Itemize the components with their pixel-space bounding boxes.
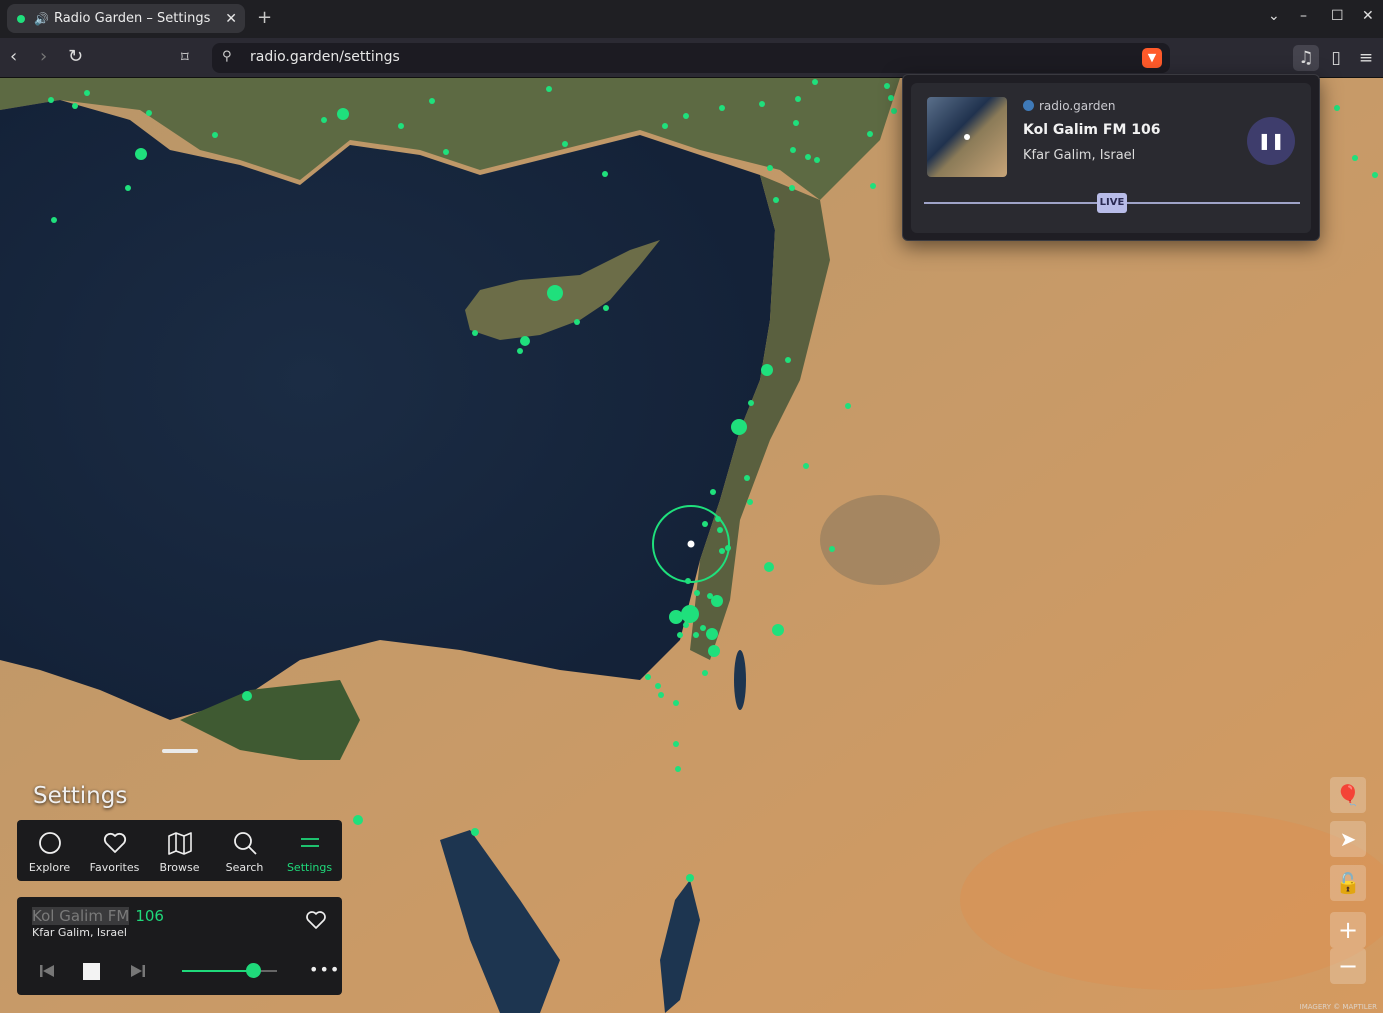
- player-station-location: Kfar Galim, Israel: [32, 926, 127, 939]
- search-icon: [233, 832, 257, 855]
- hamburger-menu-icon[interactable]: ≡: [1353, 45, 1379, 71]
- zoom-out-button[interactable]: −: [1330, 948, 1366, 984]
- panel-drag-handle[interactable]: [162, 749, 198, 753]
- tab-title: Radio Garden – Settings: [53, 11, 211, 26]
- previous-icon[interactable]: [38, 962, 56, 980]
- tab-close-icon[interactable]: ✕: [225, 11, 237, 27]
- station-name-highlight: Kol Galim FM: [32, 907, 130, 925]
- speaker-icon[interactable]: 🔊: [34, 12, 49, 26]
- player-panel: Kol Galim FM 106 Kfar Galim, Israel •••: [17, 897, 342, 995]
- more-options-button[interactable]: •••: [309, 960, 340, 979]
- site-settings-icon[interactable]: ⚲: [222, 49, 232, 64]
- tab-list-chevron-icon[interactable]: ⌄: [1268, 8, 1280, 24]
- nav-label: Favorites: [89, 861, 140, 874]
- pause-button[interactable]: ❚❚: [1247, 117, 1295, 165]
- nav-settings[interactable]: Settings: [277, 820, 342, 881]
- minimize-button[interactable]: –: [1300, 8, 1307, 24]
- address-bar[interactable]: ⚲ radio.garden/settings ▼: [212, 43, 1170, 73]
- nav-search[interactable]: Search: [212, 820, 277, 881]
- balloon-icon[interactable]: 🎈: [1330, 777, 1366, 813]
- player-station-name[interactable]: Kol Galim FM 106: [32, 907, 164, 925]
- station-number: 106: [135, 907, 164, 925]
- map-book-icon: [167, 832, 192, 855]
- popup-site: radio.garden: [1023, 99, 1115, 113]
- live-badge[interactable]: LIVE: [1097, 193, 1127, 213]
- url-text[interactable]: radio.garden/settings: [250, 49, 400, 65]
- playing-indicator-icon: [17, 14, 25, 23]
- reload-icon[interactable]: ↻: [68, 46, 83, 67]
- map-attribution: IMAGERY © MAPTILER: [1299, 1003, 1377, 1011]
- tab-bar: 🔊 Radio Garden – Settings ✕ + ⌄ – ☐ ✕: [0, 0, 1383, 38]
- stop-button[interactable]: [83, 963, 100, 980]
- locate-arrow-icon[interactable]: ➤: [1330, 821, 1366, 857]
- heart-icon: [103, 832, 126, 853]
- popup-station-location: Kfar Galim, Israel: [1023, 148, 1136, 163]
- nav-label: Settings: [286, 861, 333, 874]
- unlock-icon[interactable]: 🔓: [1330, 865, 1366, 901]
- circle-icon: [38, 832, 61, 854]
- new-tab-button[interactable]: +: [257, 7, 272, 28]
- volume-fill: [182, 970, 253, 972]
- nav-explore[interactable]: Explore: [17, 820, 82, 881]
- media-popup-card: radio.garden Kol Galim FM 106 Kfar Galim…: [911, 83, 1311, 233]
- favorite-heart-icon[interactable]: [305, 910, 327, 930]
- popup-site-label: radio.garden: [1039, 99, 1116, 113]
- nav-label: Explore: [28, 861, 71, 874]
- maximize-button[interactable]: ☐: [1331, 8, 1344, 24]
- zoom-in-button[interactable]: +: [1330, 912, 1366, 948]
- forward-icon[interactable]: ›: [40, 46, 47, 67]
- nav-label: Browse: [159, 861, 200, 874]
- nav-browse[interactable]: Browse: [147, 820, 212, 881]
- nav-favorites[interactable]: Favorites: [82, 820, 147, 881]
- site-favicon-icon: [1023, 100, 1034, 111]
- browser-toolbar: ‹ › ↻ ⌑ ⚲ radio.garden/settings ▼ ♫ ▯ ≡: [0, 38, 1383, 78]
- popup-station-name: Kol Galim FM 106: [1023, 122, 1161, 138]
- media-control-icon[interactable]: ♫: [1293, 45, 1319, 71]
- menu-lines-icon: [300, 838, 319, 847]
- page-title: Settings: [33, 783, 128, 809]
- nav-label: Search: [225, 861, 264, 874]
- main-nav: Explore Favorites Browse Search Settings: [17, 820, 342, 881]
- sidebar-toggle-icon[interactable]: ▯: [1323, 45, 1349, 71]
- bookmark-icon[interactable]: ⌑: [181, 48, 189, 66]
- next-icon[interactable]: [129, 962, 147, 980]
- brave-shields-icon[interactable]: ▼: [1142, 48, 1162, 68]
- window-close-button[interactable]: ✕: [1362, 8, 1374, 24]
- volume-knob[interactable]: [245, 963, 261, 978]
- browser-tab[interactable]: 🔊 Radio Garden – Settings ✕: [7, 4, 245, 33]
- media-popup: radio.garden Kol Galim FM 106 Kfar Galim…: [902, 74, 1320, 241]
- station-thumbnail: [927, 97, 1007, 177]
- back-icon[interactable]: ‹: [10, 46, 17, 67]
